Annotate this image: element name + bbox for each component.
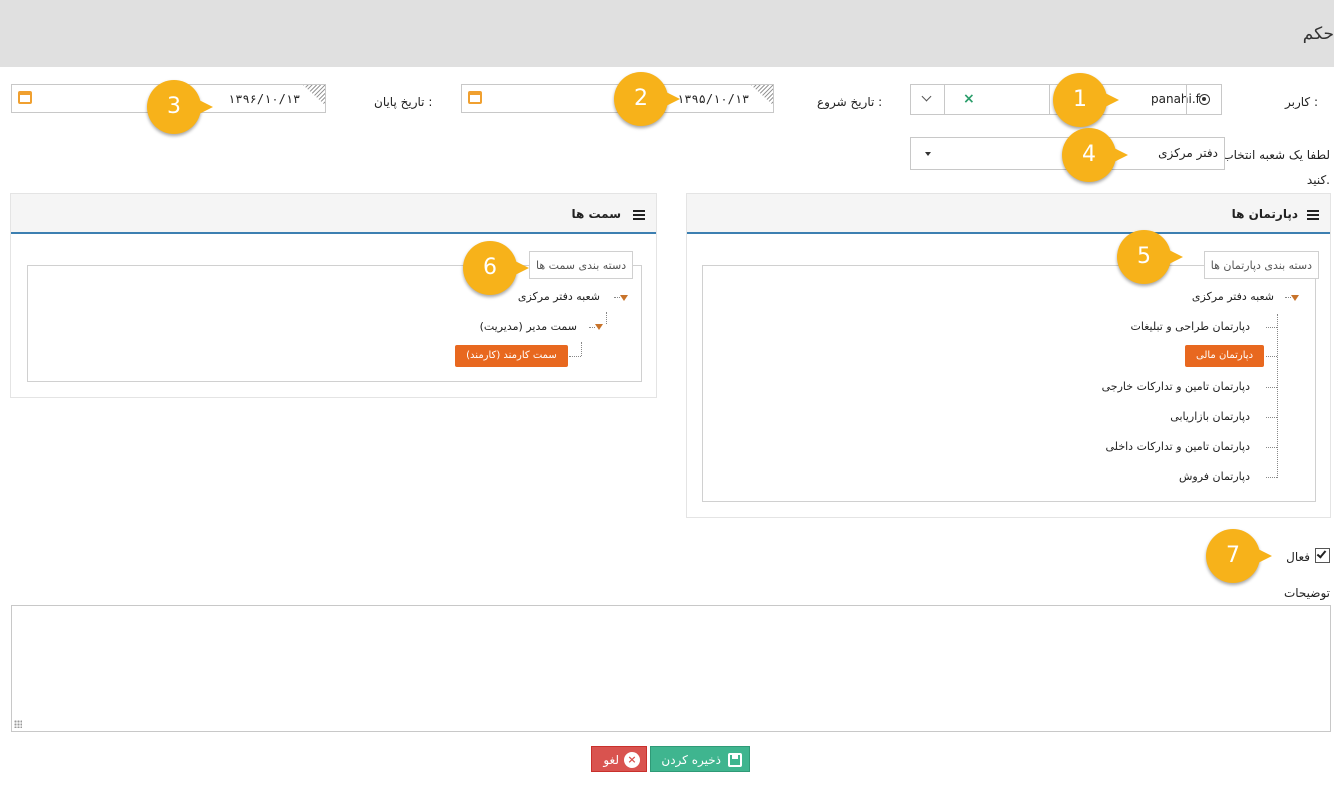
page-title: حکم — [1302, 24, 1334, 44]
close-circle-icon: × — [624, 752, 640, 768]
departments-panel-header: دپارتمان ها — [687, 194, 1330, 234]
branch-label: لطفا یک شعبه انتخاب — [1222, 148, 1330, 162]
tree-connector — [581, 342, 582, 356]
tree-connector — [569, 356, 581, 357]
callout-badge: 3 — [147, 80, 213, 134]
tree-connector — [1266, 417, 1277, 418]
callout-badge: 5 — [1117, 230, 1183, 284]
department-node[interactable]: دپارتمان تامین و تدارکات داخلی — [1106, 440, 1250, 453]
end-date-label: تاریخ پایان : — [374, 95, 433, 109]
tree-connector — [1266, 356, 1277, 357]
calendar-icon[interactable] — [18, 91, 32, 104]
callout-badge: 6 — [463, 241, 529, 295]
field-divider — [1186, 85, 1187, 114]
description-textarea[interactable] — [11, 605, 1331, 732]
tree-connector — [614, 297, 620, 298]
corner-marker — [751, 85, 773, 105]
department-node[interactable]: دپارتمان طراحی و تبلیغات — [1131, 320, 1250, 333]
save-button[interactable]: ذخیره کردن — [650, 746, 750, 772]
start-date-label: تاریخ شروع : — [817, 95, 883, 109]
expand-toggle-icon[interactable] — [1291, 295, 1299, 301]
department-node[interactable]: دپارتمان فروش — [1179, 470, 1250, 483]
departments-legend: دسته بندی دپارتمان ها — [1203, 251, 1319, 279]
resize-handle-icon[interactable] — [14, 720, 22, 728]
save-icon — [728, 753, 742, 767]
tree-connector — [1266, 477, 1277, 478]
cancel-button[interactable]: × لغو — [591, 746, 647, 772]
departments-panel: دپارتمان ها دسته بندی دپارتمان ها شعبه د… — [686, 193, 1331, 518]
tree-connector — [1277, 314, 1278, 478]
tree-connector — [1266, 327, 1277, 328]
end-date-value: ۱۳۹۶/۱۰/۱۳ — [228, 92, 301, 106]
positions-root-node[interactable]: شعبه دفتر مرکزی — [518, 290, 600, 303]
page-header — [0, 0, 1334, 67]
tree-connector — [1285, 297, 1291, 298]
expand-toggle-icon[interactable] — [620, 295, 628, 301]
user-value: panahi.f — [1151, 92, 1200, 106]
callout-badge: 1 — [1053, 73, 1119, 127]
check-icon — [1316, 548, 1327, 559]
callout-badge: 2 — [614, 72, 680, 126]
departments-panel-title: دپارتمان ها — [1231, 207, 1298, 221]
tree-connector — [1266, 387, 1277, 388]
positions-panel-title: سمت ها — [571, 207, 621, 221]
field-divider — [1049, 85, 1050, 114]
departments-root-node[interactable]: شعبه دفتر مرکزی — [1192, 290, 1274, 303]
chevron-down-icon — [921, 91, 932, 102]
menu-icon[interactable] — [633, 210, 645, 220]
calendar-icon[interactable] — [468, 91, 482, 104]
tree-connector — [606, 312, 607, 324]
branch-value: دفتر مرکزی — [1158, 146, 1218, 160]
positions-panel-header: سمت ها — [11, 194, 656, 234]
tree-connector — [1266, 447, 1277, 448]
cancel-button-label: لغو — [603, 753, 619, 767]
caret-down-icon — [925, 152, 931, 156]
branch-label-cont: کنید. — [1306, 173, 1330, 187]
positions-legend: دسته بندی سمت ها — [529, 251, 634, 279]
department-node[interactable]: دپارتمان تامین و تدارکات خارجی — [1102, 380, 1250, 393]
callout-badge: 4 — [1062, 128, 1128, 182]
close-icon[interactable]: × — [963, 91, 975, 107]
radio-target-icon[interactable] — [1199, 94, 1210, 105]
department-node-selected[interactable]: دپارتمان مالی — [1185, 345, 1264, 367]
position-node[interactable]: سمت مدیر (مدیریت) — [480, 320, 577, 333]
user-dropdown-button[interactable] — [911, 85, 945, 114]
tree-connector — [589, 327, 595, 328]
position-node-selected[interactable]: سمت کارمند (کارمند) — [455, 345, 568, 367]
corner-marker — [303, 85, 325, 105]
active-label: فعال — [1286, 550, 1310, 564]
start-date-value: ۱۳۹۵/۱۰/۱۳ — [677, 92, 750, 106]
callout-badge: 7 — [1206, 529, 1272, 583]
menu-icon[interactable] — [1307, 210, 1319, 220]
positions-panel: سمت ها دسته بندی سمت ها شعبه دفتر مرکزی … — [10, 193, 657, 398]
save-button-label: ذخیره کردن — [661, 753, 721, 767]
department-node[interactable]: دپارتمان بازاریابی — [1170, 410, 1250, 423]
expand-toggle-icon[interactable] — [595, 324, 603, 330]
user-label: کاربر : — [1285, 95, 1318, 109]
description-label: توضیحات — [1283, 586, 1330, 600]
active-checkbox[interactable] — [1315, 548, 1330, 563]
